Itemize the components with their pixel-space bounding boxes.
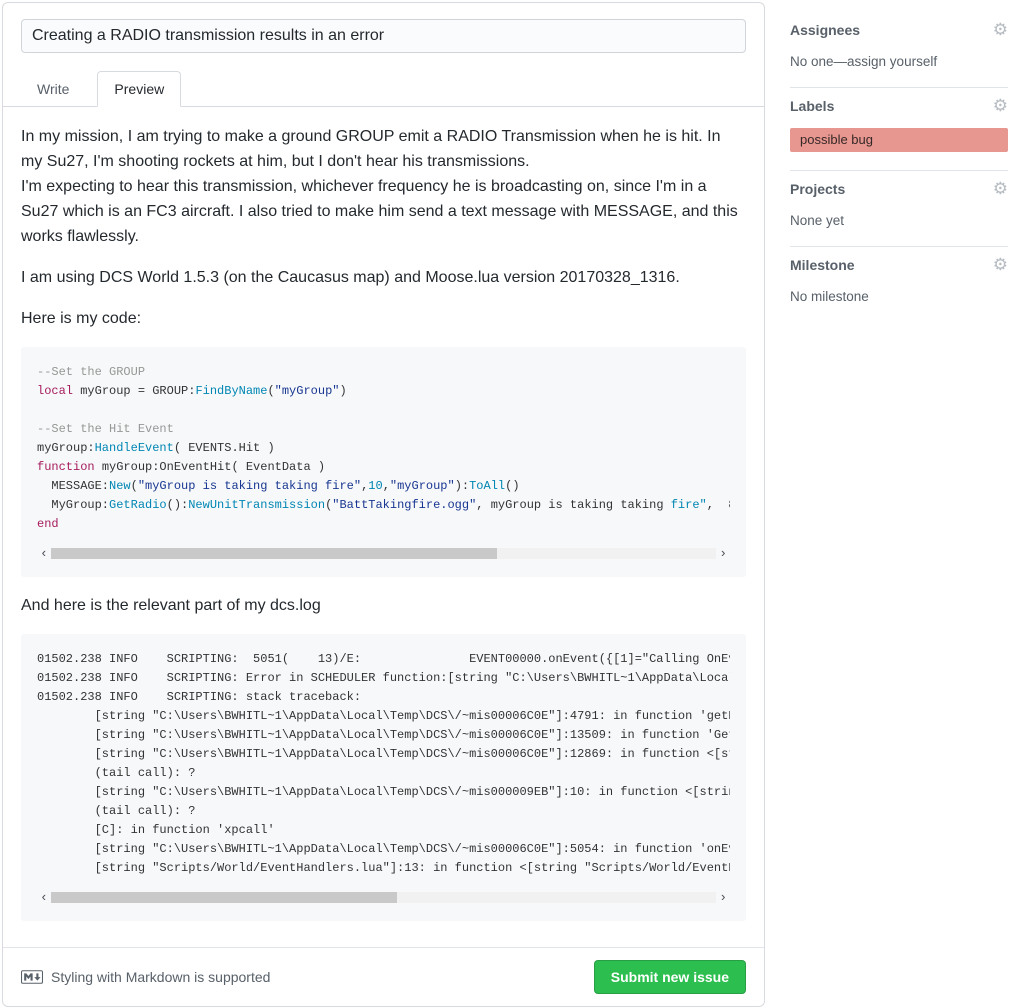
scrollbar-track[interactable] — [51, 548, 716, 559]
gear-icon[interactable]: ⚙ — [993, 23, 1008, 37]
sidebar-section-labels: Labels ⚙ possible bug — [790, 88, 1008, 171]
markdown-icon — [21, 970, 43, 984]
new-issue-form: Write Preview In my mission, I am trying… — [2, 2, 765, 1007]
milestone-value: No milestone — [790, 289, 1008, 304]
issue-sidebar: Assignees ⚙ No one—assign yourself Label… — [790, 12, 1008, 322]
markdown-note-text: Styling with Markdown is supported — [51, 969, 270, 985]
paragraph-text: I'm expecting to hear this transmission,… — [21, 178, 738, 245]
log-horizontal-scrollbar[interactable]: ‹ › — [37, 890, 730, 905]
tab-write[interactable]: Write — [21, 72, 85, 106]
tab-preview[interactable]: Preview — [97, 71, 181, 107]
assignees-value[interactable]: No one—assign yourself — [790, 54, 1008, 69]
scroll-left-icon[interactable]: ‹ — [37, 546, 51, 561]
issue-body-paragraph: And here is the relevant part of my dcs.… — [21, 593, 746, 618]
lua-code: --Set the GROUPlocal myGroup = GROUP:Fin… — [37, 363, 730, 534]
projects-value: None yet — [790, 213, 1008, 228]
submit-new-issue-button[interactable]: Submit new issue — [594, 960, 746, 994]
gear-icon[interactable]: ⚙ — [993, 182, 1008, 196]
scroll-left-icon[interactable]: ‹ — [37, 890, 51, 905]
preview-pane: In my mission, I am trying to make a gro… — [3, 107, 764, 947]
form-footer: Styling with Markdown is supported Submi… — [3, 947, 764, 1006]
issue-body-paragraph: I am using DCS World 1.5.3 (on the Cauca… — [21, 265, 746, 290]
projects-heading: Projects — [790, 181, 845, 197]
assignees-heading: Assignees — [790, 22, 860, 38]
write-preview-tabs: Write Preview — [3, 71, 764, 107]
log-code-block: 01502.238 INFO SCRIPTING: 5051( 13)/E: E… — [21, 634, 746, 921]
paragraph-text: In my mission, I am trying to make a gro… — [21, 128, 721, 170]
sidebar-section-milestone: Milestone ⚙ No milestone — [790, 247, 1008, 322]
log-code: 01502.238 INFO SCRIPTING: 5051( 13)/E: E… — [37, 650, 730, 878]
title-row — [3, 3, 764, 53]
markdown-supported-link[interactable]: Styling with Markdown is supported — [21, 969, 270, 985]
sidebar-section-projects: Projects ⚙ None yet — [790, 171, 1008, 247]
scrollbar-track[interactable] — [51, 892, 716, 903]
milestone-heading: Milestone — [790, 257, 855, 273]
labels-heading: Labels — [790, 98, 834, 114]
scroll-right-icon[interactable]: › — [716, 890, 730, 905]
label-possible-bug[interactable]: possible bug — [790, 128, 1008, 152]
lua-code-block: --Set the GROUPlocal myGroup = GROUP:Fin… — [21, 347, 746, 577]
code-horizontal-scrollbar[interactable]: ‹ › — [37, 546, 730, 561]
scroll-right-icon[interactable]: › — [716, 546, 730, 561]
issue-body-paragraph: In my mission, I am trying to make a gro… — [21, 124, 746, 249]
issue-body-paragraph: Here is my code: — [21, 306, 746, 331]
scrollbar-thumb[interactable] — [51, 548, 497, 559]
gear-icon[interactable]: ⚙ — [993, 258, 1008, 272]
issue-title-input[interactable] — [21, 19, 746, 53]
sidebar-section-assignees: Assignees ⚙ No one—assign yourself — [790, 12, 1008, 88]
gear-icon[interactable]: ⚙ — [993, 99, 1008, 113]
scrollbar-thumb[interactable] — [51, 892, 397, 903]
